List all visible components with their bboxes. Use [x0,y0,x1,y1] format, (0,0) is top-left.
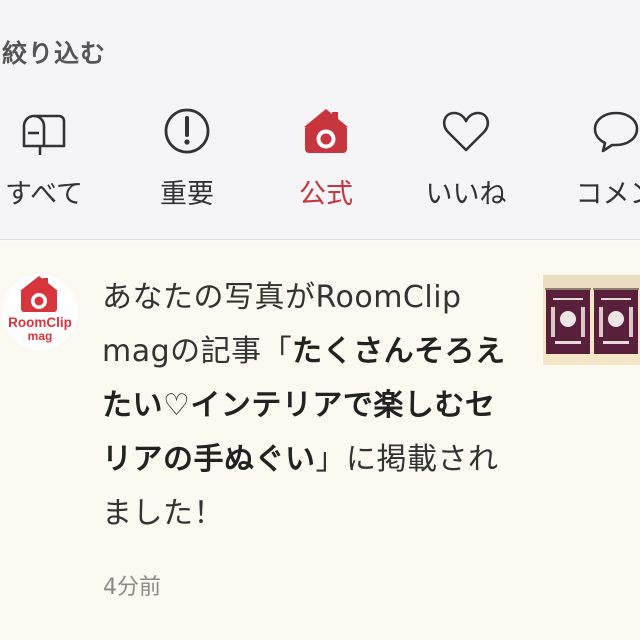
notification-time: 4分前 [103,575,161,600]
avatar-mag-text: mag [28,329,53,343]
tab-official[interactable]: 公式 [256,100,396,210]
tab-comments-label: コメン [575,179,640,210]
notification-message: あなたの写真がRoomClip magの記事「たくさんそろえたい♡インテリアで楽… [102,271,522,541]
roomclip-mag-logo-icon [20,276,58,312]
tab-likes[interactable]: いいね [396,100,536,210]
exclamation-circle-icon [162,106,212,156]
roomclip-house-camera-icon [301,106,351,156]
tab-important-label: 重要 [160,179,214,210]
tab-important[interactable]: 重要 [117,100,257,210]
mailbox-icon [19,106,69,156]
avatar-brand-text: RoomClip [8,315,72,330]
tab-official-label: 公式 [299,179,353,210]
notification-item[interactable]: RoomClip mag あなたの写真がRoomClip magの記事「たくさん… [0,241,640,640]
tab-likes-label: いいね [425,179,507,210]
heart-icon [441,106,491,156]
article-thumbnail[interactable] [543,275,640,365]
filter-panel: 絞り込む すべて 重要 公式 いいね コメ [0,0,640,240]
speech-bubble-icon [591,106,640,156]
tab-all-label: すべて [4,179,84,210]
tab-comments[interactable]: コメン [546,100,640,210]
tab-all[interactable]: すべて [0,100,114,210]
filter-title: 絞り込む [2,39,107,68]
avatar: RoomClip mag [2,274,78,350]
